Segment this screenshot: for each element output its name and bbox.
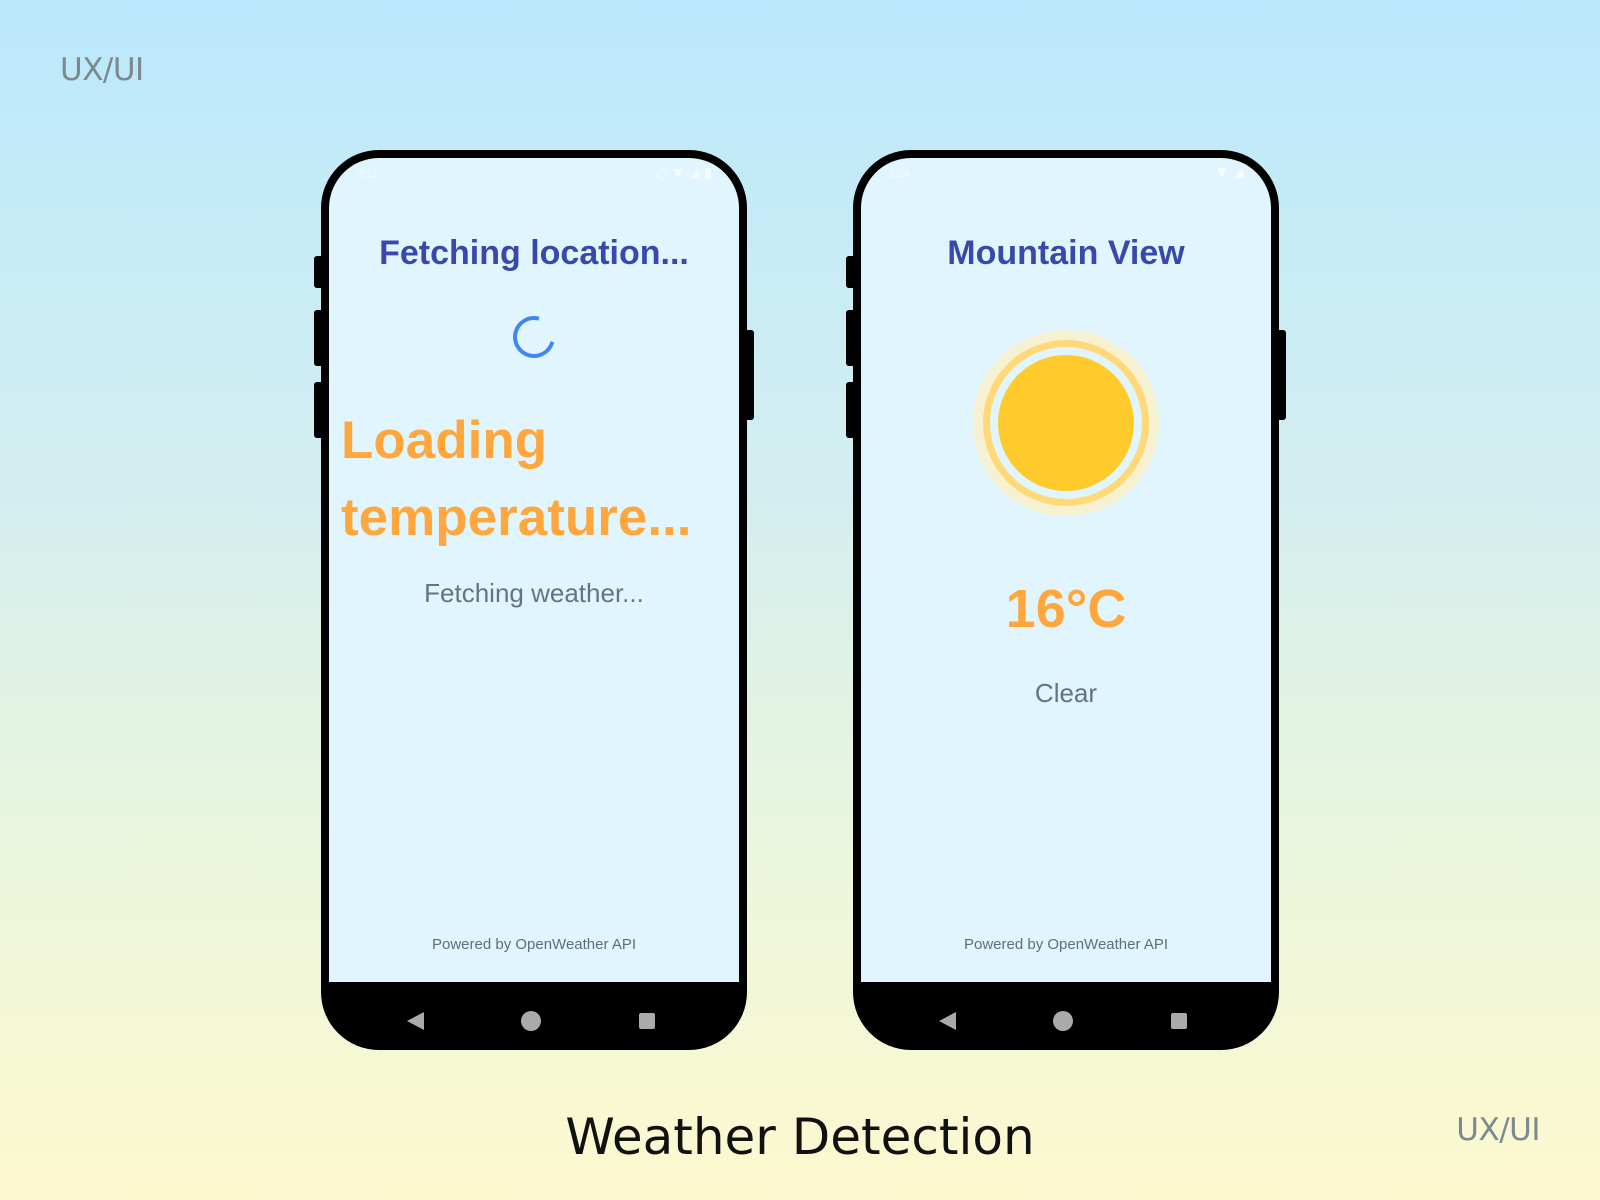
city-title: Mountain View	[947, 234, 1185, 272]
location-icon	[654, 166, 670, 181]
status-bar: 2:11	[357, 166, 711, 182]
phone-screen: 2:11 Fetching location... Loading temper…	[329, 158, 739, 982]
side-button	[314, 382, 324, 438]
power-button	[1276, 330, 1286, 420]
status-time: 2:26	[889, 168, 911, 180]
wifi-icon	[1217, 168, 1227, 178]
weather-status-text: Fetching weather...	[424, 578, 644, 608]
recents-icon[interactable]	[1171, 1013, 1187, 1029]
status-time: 2:11	[357, 168, 378, 180]
volume-up-button	[314, 256, 324, 288]
powered-by-text: Powered by OpenWeather API	[431, 936, 636, 953]
phone-screen: 2:26 Mountain View 16°C Clear Powered by…	[861, 158, 1271, 982]
temperature-loading-text: Loading temperature...	[341, 411, 692, 547]
navigation-bar	[321, 990, 747, 1050]
home-icon[interactable]	[1053, 1011, 1073, 1031]
temperature-value: 16°C	[1005, 579, 1127, 639]
sun-icon	[973, 330, 1159, 516]
weather-condition: Clear	[1034, 678, 1098, 708]
volume-down-button	[846, 310, 856, 366]
back-icon[interactable]	[407, 1012, 424, 1030]
wifi-icon	[673, 168, 683, 179]
side-button	[846, 382, 856, 438]
volume-up-button	[846, 256, 856, 288]
phone-weather-result: 2:26 Mountain View 16°C Clear Powered by…	[846, 150, 1286, 1050]
page-title: Weather Detection	[565, 1108, 1035, 1166]
corner-label-top-left: UX/UI	[60, 52, 144, 88]
loading-spinner-icon	[505, 308, 563, 366]
power-button	[744, 330, 754, 420]
recents-icon[interactable]	[639, 1013, 655, 1029]
back-icon[interactable]	[939, 1012, 956, 1030]
volume-down-button	[314, 310, 324, 366]
location-title: Fetching location...	[379, 234, 689, 272]
phone-loading: 2:11 Fetching location... Loading temper…	[314, 150, 754, 1050]
status-bar: 2:26	[889, 168, 1243, 182]
battery-icon	[705, 168, 711, 179]
navigation-bar	[853, 990, 1279, 1050]
signal-icon	[689, 168, 699, 179]
signal-icon	[1233, 168, 1243, 178]
home-icon[interactable]	[521, 1011, 541, 1031]
corner-label-bottom-right: UX/UI	[1456, 1112, 1540, 1148]
powered-by-text: Powered by OpenWeather API	[963, 936, 1168, 953]
